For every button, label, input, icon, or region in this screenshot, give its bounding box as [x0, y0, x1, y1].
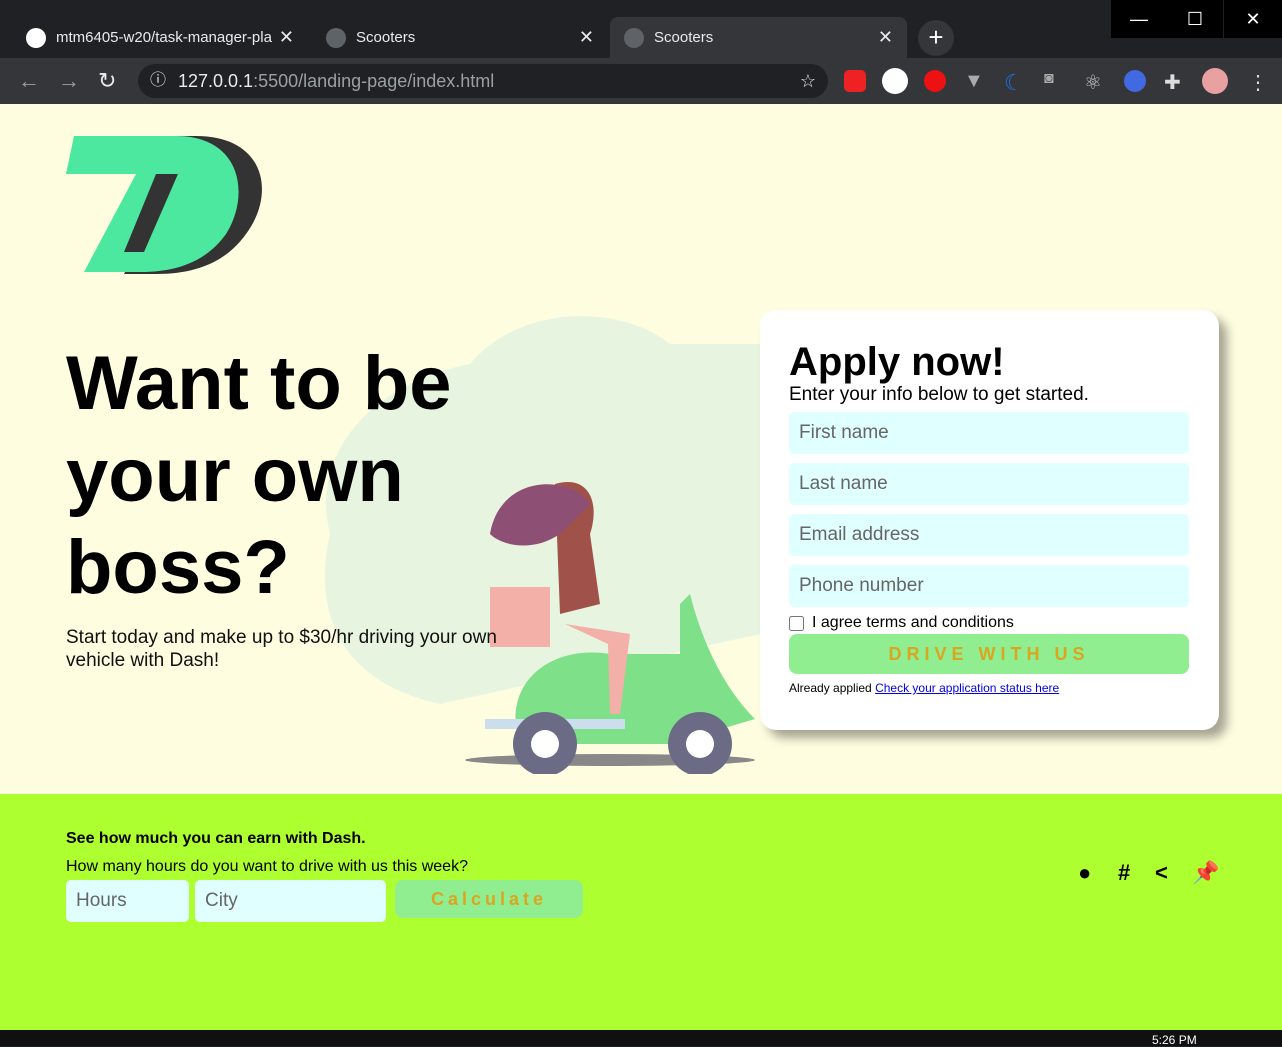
- form-title: Apply now!: [789, 340, 1005, 384]
- apply-form: Apply now! Enter your info below to get …: [760, 310, 1219, 730]
- pin-icon[interactable]: 📌: [1192, 860, 1219, 886]
- close-window-button[interactable]: ✕: [1224, 0, 1282, 38]
- comment-icon[interactable]: ●: [1078, 860, 1091, 886]
- earn-title: See how much you can earn with Dash.: [66, 830, 366, 847]
- hero-line: your own: [66, 433, 404, 518]
- reload-icon[interactable]: ↻: [98, 68, 116, 94]
- terms-checkbox[interactable]: [789, 615, 804, 631]
- tab-title: mtm6405-w20/task-manager-pla: [56, 29, 272, 46]
- tab-strip: mtm6405-w20/task-manager-pla ✕ Scooters …: [0, 0, 1282, 58]
- browser-toolbar: ← → ↻ ⓘ 127.0.0.1:5500/landing-page/inde…: [0, 58, 1282, 104]
- url-path: :5500/landing-page/index.html: [253, 71, 495, 91]
- minimize-button[interactable]: —: [1111, 0, 1167, 38]
- tab-title: Scooters: [654, 29, 714, 46]
- status-link[interactable]: Check your application status here: [875, 681, 1059, 695]
- docs-icon[interactable]: [1124, 70, 1146, 92]
- hashtag-icon[interactable]: #: [1118, 860, 1130, 886]
- share-icon[interactable]: <: [1155, 860, 1168, 886]
- adblock-icon[interactable]: [924, 70, 946, 92]
- tab-scooters[interactable]: Scooters ✕: [312, 17, 608, 58]
- extension-c-icon[interactable]: ☾: [1004, 70, 1026, 95]
- tab-title: Scooters: [356, 29, 416, 46]
- tab-github[interactable]: mtm6405-w20/task-manager-pla ✕: [12, 17, 308, 58]
- new-tab-button[interactable]: +: [918, 20, 954, 56]
- camera-icon[interactable]: ◙: [1044, 70, 1066, 92]
- back-icon[interactable]: ←: [18, 68, 40, 94]
- url-host: 127.0.0.1: [178, 71, 254, 91]
- terms-label[interactable]: I agree terms and conditions: [789, 614, 1190, 632]
- maximize-button[interactable]: ☐: [1167, 0, 1223, 38]
- address-bar[interactable]: ⓘ 127.0.0.1:5500/landing-page/index.html…: [138, 64, 828, 98]
- hero-subtitle: Start today and make up to $30/hr drivin…: [66, 627, 497, 671]
- tab-scooters-active[interactable]: Scooters ✕: [610, 17, 907, 58]
- menu-icon[interactable]: ⋮: [1248, 70, 1270, 94]
- earnings-section: See how much you can earn with Dash. How…: [0, 794, 1282, 1030]
- forward-icon[interactable]: →: [58, 68, 80, 94]
- form-subtitle: Enter your info below to get started.: [789, 384, 1089, 405]
- hero-line: boss?: [66, 525, 290, 610]
- email-input[interactable]: [789, 514, 1189, 556]
- close-tab-icon[interactable]: ✕: [279, 27, 294, 48]
- github-icon: [26, 27, 46, 48]
- info-icon: ⓘ: [150, 72, 167, 89]
- avatar[interactable]: [1202, 68, 1228, 94]
- already-applied-text: Already applied: [789, 681, 872, 695]
- first-name-input[interactable]: [789, 412, 1189, 454]
- extension-icon[interactable]: [882, 68, 908, 94]
- vue-devtools-icon[interactable]: ▼: [964, 70, 986, 92]
- landing-page: Want to be your own boss? Start today an…: [0, 104, 1282, 794]
- terms-text: I agree terms and conditions: [812, 614, 1014, 631]
- taskbar: 5:26 PM: [0, 1030, 1282, 1047]
- globe-icon: [624, 27, 644, 48]
- last-name-input[interactable]: [789, 463, 1189, 505]
- bookmark-star-icon[interactable]: ☆: [800, 64, 816, 98]
- globe-icon: [326, 27, 346, 48]
- drive-with-us-button[interactable]: DRIVE WITH US: [789, 634, 1189, 674]
- close-tab-icon[interactable]: ✕: [579, 27, 594, 48]
- pdf-extension-icon[interactable]: [844, 70, 866, 92]
- phone-input[interactable]: [789, 565, 1189, 607]
- react-icon[interactable]: ⚛: [1084, 70, 1106, 94]
- city-input[interactable]: [195, 880, 386, 922]
- hero-heading: Want to be your own boss?: [66, 338, 486, 614]
- taskbar-clock: 5:26 PM: [1152, 1033, 1197, 1047]
- close-tab-icon[interactable]: ✕: [878, 27, 893, 48]
- hero-line: Want to be: [66, 341, 452, 426]
- dash-logo: [66, 136, 262, 274]
- puzzle-icon[interactable]: ✚: [1164, 70, 1186, 94]
- earn-question: How many hours do you want to drive with…: [66, 858, 468, 875]
- hours-input[interactable]: [66, 880, 189, 922]
- calculate-button[interactable]: Calculate: [395, 880, 583, 918]
